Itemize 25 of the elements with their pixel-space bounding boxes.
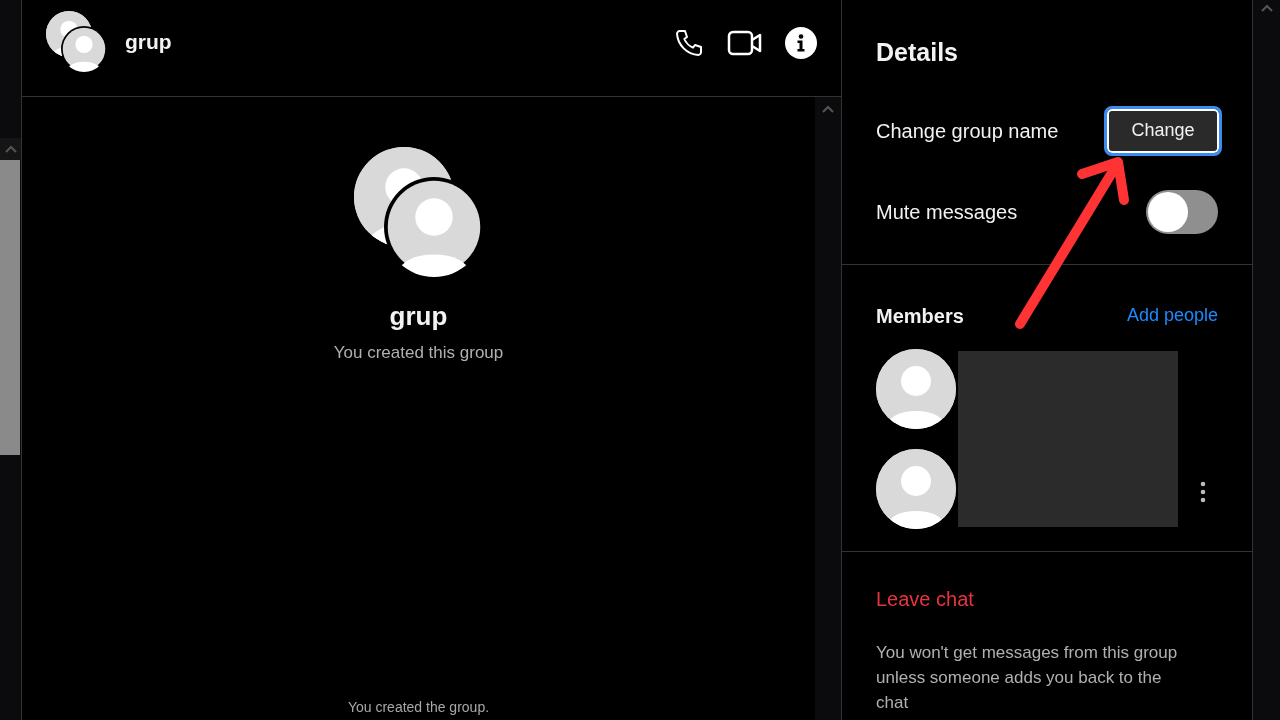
avatar-icon [61, 25, 107, 72]
change-name-label: Change group name [876, 118, 1059, 144]
change-button[interactable]: Change [1104, 105, 1222, 156]
scroll-up-icon[interactable] [1260, 4, 1273, 12]
phone-icon[interactable] [673, 27, 705, 59]
leave-chat-link[interactable]: Leave chat [876, 583, 1218, 614]
avatar-icon [876, 448, 956, 529]
details-title: Details [876, 37, 959, 68]
chat-title: grup [125, 29, 172, 56]
video-camera-icon[interactable] [727, 28, 763, 58]
more-options-icon[interactable] [1200, 480, 1206, 503]
group-name: grup [389, 300, 448, 333]
avatar-icon [383, 177, 484, 277]
scrollbar-thumb[interactable] [0, 160, 20, 455]
leave-note: You won't get messages from this group unless someone adds you back to the chat [876, 641, 1179, 714]
avatar-icon [876, 348, 956, 429]
info-icon[interactable] [785, 27, 817, 59]
group-subtitle: You created this group [333, 342, 504, 364]
mute-label: Mute messages [876, 199, 1018, 225]
members-title: Members [876, 303, 964, 329]
scroll-up-icon[interactable] [4, 145, 17, 153]
scroll-up-icon[interactable] [822, 105, 834, 113]
system-message: You created the group. [347, 698, 490, 717]
add-people-link[interactable]: Add people [1126, 302, 1218, 329]
mute-toggle[interactable] [1146, 189, 1218, 234]
